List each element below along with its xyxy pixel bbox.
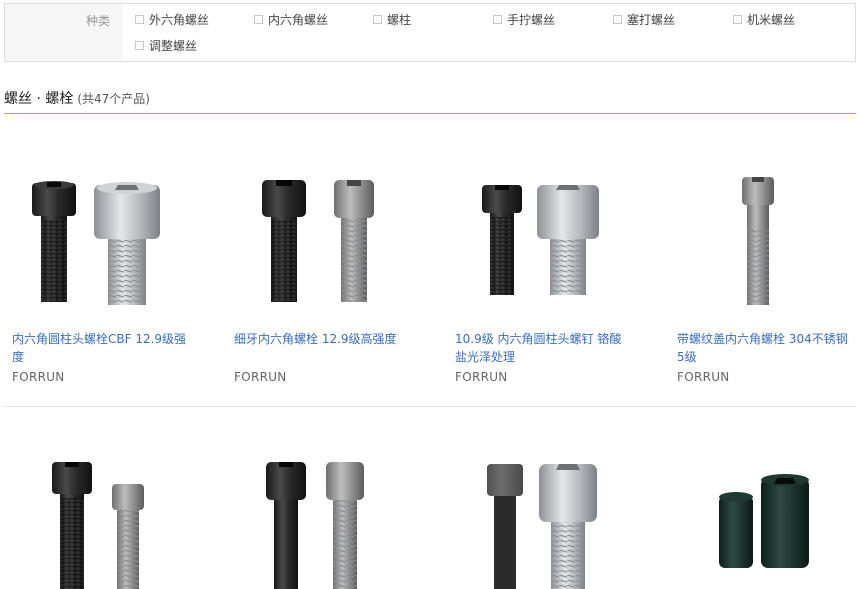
product-title[interactable]: 细牙内六角螺栓 12.9级高强度 [234,330,409,348]
filter-option-thumb-screw[interactable]: 手拧螺丝 [493,11,555,28]
product-image[interactable] [226,165,436,315]
filter-option-adjusting-screw[interactable]: 调整螺丝 [135,37,197,54]
checkbox[interactable] [733,15,742,24]
filter-option-hex-head[interactable]: 外六角螺丝 [135,11,209,28]
filter-label: 种类 [85,14,110,28]
product-card[interactable] [669,450,860,589]
checkbox[interactable] [373,15,382,24]
filter-option-socket-head[interactable]: 内六角螺丝 [254,11,328,28]
filter-panel: 种类 外六角螺丝 内六角螺丝 螺柱 手拧螺丝 塞打螺丝 机米螺丝 调整螺丝 [4,3,856,62]
product-image[interactable] [669,450,860,589]
filter-label-column: 种类 [5,4,122,61]
section-title: 螺丝 · 螺栓 [4,91,74,107]
product-card[interactable] [447,450,657,589]
filter-option-stud[interactable]: 螺柱 [373,11,411,28]
filter-option-shoulder-screw[interactable]: 塞打螺丝 [613,11,675,28]
product-image[interactable] [669,165,860,315]
product-card[interactable] [4,450,214,589]
product-image[interactable] [4,450,214,589]
accent-divider [4,113,856,114]
row-divider [4,406,856,407]
product-image[interactable] [4,165,214,315]
product-image[interactable] [447,450,657,589]
product-card[interactable] [226,450,436,589]
filter-option-set-screw[interactable]: 机米螺丝 [733,11,795,28]
checkbox[interactable] [254,15,263,24]
product-title[interactable]: 10.9级 内六角圆柱头螺钉 铬酸盐光泽处理 [455,330,630,366]
product-brand: FORRUN [12,370,65,384]
product-brand: FORRUN [677,370,730,384]
product-image[interactable] [447,165,657,315]
product-title[interactable]: 内六角圆柱头螺栓CBF 12.9级强度 [12,330,187,366]
product-title[interactable]: 带螺纹盖内六角螺栓 304不锈钢 5级 [677,330,852,366]
product-brand: FORRUN [455,370,508,384]
product-image[interactable] [226,450,436,589]
checkbox[interactable] [493,15,502,24]
checkbox[interactable] [135,41,144,50]
product-count: (共47个产品) [77,92,150,106]
product-brand: FORRUN [234,370,287,384]
checkbox[interactable] [613,15,622,24]
checkbox[interactable] [135,15,144,24]
section-heading: 螺丝 · 螺栓 (共47个产品) [4,88,150,108]
